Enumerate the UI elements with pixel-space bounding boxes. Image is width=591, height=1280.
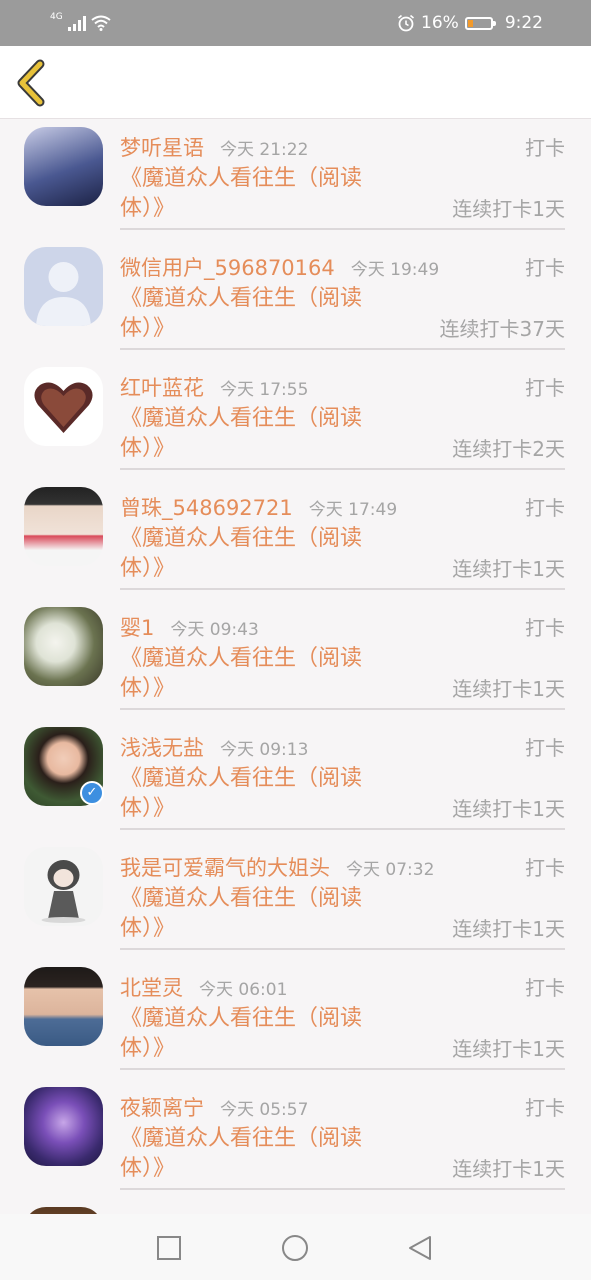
type-label: 打卡 [525,616,565,640]
streak-text: 连续打卡2天 [452,437,565,461]
wifi-icon [91,15,111,31]
type-label: 打卡 [525,376,565,400]
user-name: 婴1 [120,616,155,640]
type-label: 打卡 [525,976,565,1000]
list-item[interactable]: ✓ 浅浅无盐 今天 09:13 打卡 《魔道众人看往生（阅读体）》 连续打卡1天 [0,719,591,839]
user-name: 梦听星语 [120,136,204,160]
book-title[interactable]: 《魔道众人看往生（阅读体）》 [120,1124,382,1184]
divider [120,588,565,590]
book-title[interactable]: 《魔道众人看往生（阅读体）》 [120,404,382,464]
user-name: 微信用户_596870164 [120,256,335,280]
avatar[interactable] [24,1087,103,1166]
default-avatar-icon [36,262,91,326]
alarm-icon [398,14,415,32]
verified-badge-icon: ✓ [80,781,104,805]
avatar[interactable] [24,1207,103,1214]
recent-apps-square-icon[interactable] [155,1234,183,1262]
type-label: 打卡 [525,136,565,160]
streak-text: 连续打卡1天 [452,197,565,221]
type-label: 打卡 [525,496,565,520]
divider [120,948,565,950]
divider [120,468,565,470]
avatar[interactable] [24,847,103,926]
checkin-time: 今天 17:49 [308,500,398,520]
user-name: 北堂灵 [120,976,183,1000]
type-label: 打卡 [525,736,565,760]
book-title[interactable]: 《魔道众人看往生（阅读体）》 [120,764,382,824]
book-title[interactable]: 《魔道众人看往生（阅读体）》 [120,164,382,224]
user-name: 曾珠_548692721 [120,496,293,520]
avatar[interactable] [24,487,103,566]
user-name: 我是可爱霸气的大姐头 [120,856,330,880]
book-title[interactable]: 《魔道众人看往生（阅读体）》 [120,644,382,704]
divider [120,708,565,710]
divider [120,1188,565,1190]
book-title[interactable]: 《魔道众人看往生（阅读体）》 [120,524,382,584]
signal-icon [67,16,86,31]
list-item[interactable]: 曾珠_548692721 今天 17:49 打卡 《魔道众人看往生（阅读体）》 连… [0,479,591,599]
back-chevron-icon[interactable] [12,58,52,108]
list-item[interactable]: 夜颖离宁 今天 05:57 打卡 《魔道众人看往生（阅读体）》 连续打卡1天 [0,1079,591,1199]
back-triangle-icon[interactable] [406,1234,434,1262]
avatar[interactable] [24,367,103,446]
book-title[interactable]: 《魔道众人看往生（阅读体）》 [120,884,382,944]
avatar[interactable] [24,967,103,1046]
streak-text: 连续打卡1天 [452,677,565,701]
list-item[interactable]: 微信用户_596870164 今天 19:49 打卡 《魔道众人看往生（阅读体）》… [0,239,591,359]
divider [120,1068,565,1070]
user-name: 红叶蓝花 [120,376,204,400]
heart-avatar-icon [34,382,93,433]
type-label: 打卡 [525,856,565,880]
divider [120,228,565,230]
list-item[interactable] [0,1199,591,1214]
book-title[interactable]: 《魔道众人看往生（阅读体）》 [120,1004,382,1064]
streak-text: 连续打卡1天 [452,557,565,581]
divider [120,348,565,350]
list-item[interactable]: 我是可爱霸气的大姐头 今天 07:32 打卡 《魔道众人看往生（阅读体）》 连续打… [0,839,591,959]
list-item[interactable]: 北堂灵 今天 06:01 打卡 《魔道众人看往生（阅读体）》 连续打卡1天 [0,959,591,1079]
checkin-time: 今天 06:01 [199,980,288,1000]
network-type: 4G [50,12,63,22]
list-item[interactable]: 红叶蓝花 今天 17:55 打卡 《魔道众人看往生（阅读体）》 连续打卡2天 [0,359,591,479]
checkin-time: 今天 21:22 [220,140,309,160]
avatar[interactable] [24,127,103,206]
user-name: 浅浅无盐 [120,736,204,760]
system-nav-bar [0,1214,591,1280]
checkin-time: 今天 19:49 [350,260,440,280]
chibi-avatar-icon [41,860,86,923]
clock: 9:22 [504,13,543,33]
home-circle-icon[interactable] [281,1234,309,1262]
checkin-time: 今天 09:13 [220,740,309,760]
type-label: 打卡 [525,256,565,280]
streak-text: 连续打卡1天 [452,917,565,941]
avatar[interactable] [24,247,103,326]
streak-text: 连续打卡1天 [452,1037,565,1061]
list-item[interactable]: 梦听星语 今天 21:22 打卡 《魔道众人看往生（阅读体）》 连续打卡1天 [0,119,591,239]
checkin-time: 今天 17:55 [220,380,309,400]
battery-percent: 16% [421,13,459,33]
streak-text: 连续打卡1天 [452,797,565,821]
divider [120,828,565,830]
avatar[interactable] [24,607,103,686]
checkin-time: 今天 07:32 [346,860,435,880]
checkin-time: 今天 09:43 [170,620,259,640]
battery-icon [464,16,496,30]
checkin-list: 梦听星语 今天 21:22 打卡 《魔道众人看往生（阅读体）》 连续打卡1天 微信… [0,119,591,1214]
streak-text: 连续打卡1天 [452,1157,565,1181]
type-label: 打卡 [525,1096,565,1120]
header [0,46,591,119]
list-item[interactable]: 婴1 今天 09:43 打卡 《魔道众人看往生（阅读体）》 连续打卡1天 [0,599,591,719]
status-bar: 4G 16% 9:22 [0,0,591,46]
streak-text: 连续打卡37天 [439,317,565,341]
checkin-time: 今天 05:57 [220,1100,309,1120]
book-title[interactable]: 《魔道众人看往生（阅读体）》 [120,284,382,344]
user-name: 夜颖离宁 [120,1096,204,1120]
